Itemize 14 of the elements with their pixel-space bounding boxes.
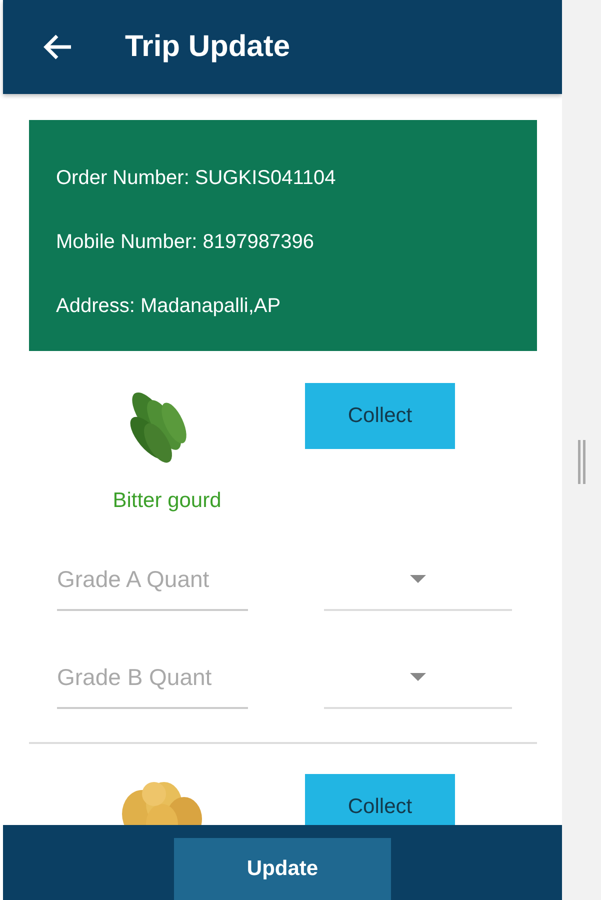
dropdown-caret-icon <box>410 673 426 681</box>
order-detail: Mobile Number: 8197987396 <box>56 230 315 254</box>
resize-handle-icon[interactable] <box>578 440 586 484</box>
order-detail: Order Number: SUGKIS041104 <box>56 166 337 190</box>
product-name: Bitter gourd <box>112 489 222 513</box>
collect-button[interactable]: Collect <box>305 383 455 449</box>
collect-button[interactable]: Collect <box>305 774 455 825</box>
order-detail: Address: Madanapalli,AP <box>56 294 282 318</box>
screen-title: Trip Update <box>125 30 290 64</box>
back-arrow-icon[interactable] <box>43 34 73 60</box>
dropdown-caret-icon <box>410 575 426 583</box>
update-button[interactable]: Update <box>174 838 391 900</box>
quantity-field[interactable]: Grade A Quant <box>57 549 248 611</box>
quantity-field[interactable]: Grade B Quant <box>57 647 248 709</box>
